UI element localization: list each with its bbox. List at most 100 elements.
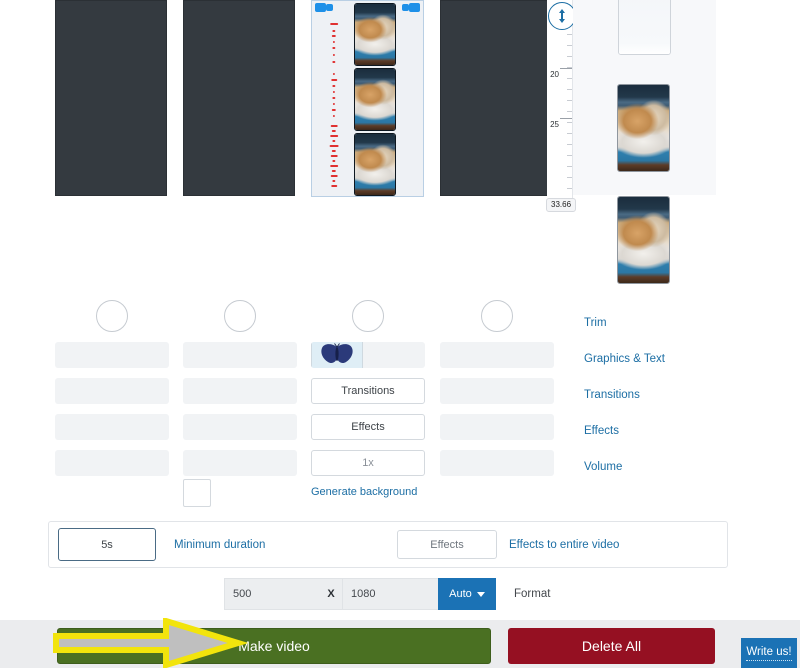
speed-button[interactable]: 1x: [311, 450, 425, 476]
waveform-bar: [332, 73, 336, 75]
clip-avatar-circle[interactable]: [352, 300, 384, 332]
menu-item-volume[interactable]: Volume: [584, 449, 764, 485]
waveform-bar: [331, 170, 337, 172]
waveform-bar: [330, 23, 338, 25]
timeline-clip-4[interactable]: [440, 0, 552, 196]
selection-handle-left-secondary[interactable]: [326, 4, 333, 11]
waveform-bar: [332, 103, 336, 105]
butterfly-glyph: [321, 343, 353, 364]
delete-all-button[interactable]: Delete All: [508, 628, 715, 664]
preview-phone-mockup: [618, 0, 671, 55]
video-editor-app: 20 25 33.66 Transitions Effects 1x Gener…: [0, 0, 800, 668]
waveform-bar: [332, 97, 336, 99]
placeholder-row[interactable]: [440, 450, 554, 476]
waveform-bar: [330, 165, 338, 167]
ruler-tick: [567, 89, 572, 90]
selection-handle-right-secondary[interactable]: [402, 4, 409, 11]
ruler-tick: [567, 122, 572, 123]
make-video-button[interactable]: Make video: [57, 628, 491, 664]
time-badge: 33.66: [546, 198, 577, 212]
ruler-tick: [567, 45, 572, 46]
format-label: Format: [514, 588, 551, 600]
write-us-button[interactable]: Write us!: [741, 638, 797, 668]
duration-settings-bar: 5s Minimum duration Effects Effects to e…: [48, 521, 728, 568]
format-settings-row: 500 X 1080 Auto Format: [224, 578, 550, 610]
placeholder-row[interactable]: [183, 414, 297, 440]
ruler-tick: [567, 144, 572, 145]
menu-item-transitions[interactable]: Transitions: [584, 377, 764, 413]
ruler-tick: [567, 155, 572, 156]
waveform-bar: [332, 61, 336, 63]
waveform-bar: [331, 130, 337, 132]
right-side-menu: Trim Graphics & Text Transitions Effects…: [584, 305, 764, 485]
waveform-bar: [332, 54, 336, 56]
placeholder-row[interactable]: [183, 378, 297, 404]
clip-avatar-circle[interactable]: [224, 300, 256, 332]
vertical-resize-icon[interactable]: [548, 2, 576, 30]
clip-option-columns: Transitions Effects 1x Generate backgrou…: [0, 296, 570, 511]
effects-entire-video-button[interactable]: Effects: [397, 530, 497, 559]
ruler-label: 20: [550, 70, 559, 79]
placeholder-row[interactable]: [55, 378, 169, 404]
waveform-bar: [331, 79, 337, 81]
placeholder-row[interactable]: [440, 342, 554, 368]
waveform-bar: [330, 175, 338, 177]
ruler-tick: [567, 133, 572, 134]
effects-entire-video-label: Effects to entire video: [509, 538, 620, 551]
clip-avatar-circle[interactable]: [96, 300, 128, 332]
placeholder-row[interactable]: [55, 450, 169, 476]
waveform-bar: [332, 91, 336, 93]
timeline-clip-3-selected[interactable]: [311, 0, 424, 197]
waveform-bar: [330, 125, 338, 127]
ruler-tick: [567, 188, 572, 189]
transitions-button[interactable]: Transitions: [311, 378, 425, 404]
placeholder-row[interactable]: [183, 342, 297, 368]
waveform-bar: [330, 135, 338, 137]
minimum-duration-label: Minimum duration: [174, 538, 266, 551]
waveform-bar: [332, 30, 336, 32]
clip-avatar-circle[interactable]: [481, 300, 513, 332]
clip-thumbnail: [354, 3, 396, 66]
placeholder-row[interactable]: [440, 378, 554, 404]
video-height-input[interactable]: 1080: [342, 578, 438, 610]
butterfly-icon: [311, 342, 363, 368]
preview-phone-mockup: [617, 84, 670, 172]
ruler-tick: [567, 111, 572, 112]
menu-item-trim[interactable]: Trim: [584, 305, 764, 341]
placeholder-row[interactable]: [55, 414, 169, 440]
generate-background-link[interactable]: Generate background: [311, 486, 425, 498]
ruler-tick-major: [560, 68, 572, 69]
selection-handle-right[interactable]: [409, 3, 420, 12]
minimum-duration-input[interactable]: 5s: [58, 528, 156, 561]
clip-options-column-3: Transitions Effects 1x Generate backgrou…: [311, 296, 425, 498]
placeholder-row[interactable]: [440, 414, 554, 440]
chevron-down-icon: [476, 591, 485, 597]
waveform-bar: [332, 85, 336, 87]
video-width-input[interactable]: 500: [224, 578, 320, 610]
selection-handle-left[interactable]: [315, 3, 326, 12]
clip-thumbnail: [354, 133, 396, 196]
timeline-clip-1[interactable]: [55, 0, 167, 196]
waveform-bar: [332, 160, 336, 162]
clip-thumbnail: [354, 68, 396, 131]
menu-item-graphics-text[interactable]: Graphics & Text: [584, 341, 764, 377]
background-image-slot[interactable]: [311, 342, 425, 368]
auto-format-dropdown[interactable]: Auto: [438, 578, 496, 610]
menu-item-effects[interactable]: Effects: [584, 413, 764, 449]
audio-waveform: [326, 21, 342, 189]
waveform-bar: [331, 150, 337, 152]
placeholder-row[interactable]: [183, 450, 297, 476]
waveform-bar: [329, 145, 339, 147]
write-us-label: Write us!: [746, 646, 792, 661]
placeholder-row[interactable]: [55, 342, 169, 368]
ruler-tick: [567, 34, 572, 35]
effects-button[interactable]: Effects: [311, 414, 425, 440]
ruler-tick: [567, 177, 572, 178]
waveform-bar: [331, 109, 337, 111]
timeline-clip-2[interactable]: [183, 0, 295, 196]
waveform-bar: [332, 47, 336, 49]
ruler-tick: [567, 56, 572, 57]
ruler-tick: [567, 78, 572, 79]
timeline-tracks: 20 25 33.66: [0, 0, 800, 290]
checkbox-square[interactable]: [183, 479, 211, 507]
